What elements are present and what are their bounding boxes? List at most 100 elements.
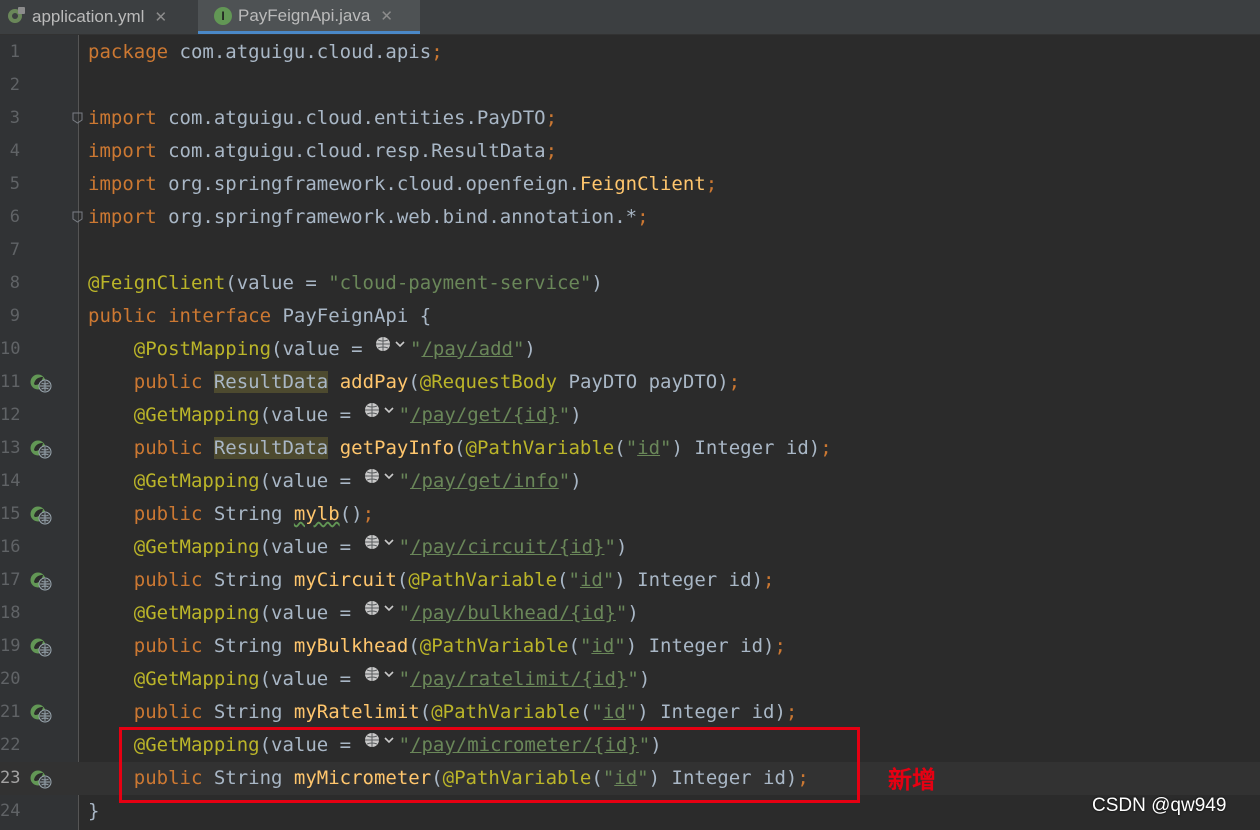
code-line[interactable]: 14 @GetMapping(value = "/pay/get/info") [0, 465, 1260, 498]
code-line[interactable]: 15 public String mylb(); [0, 498, 1260, 531]
spring-endpoint-gutter-icon[interactable] [30, 769, 52, 789]
url-globe-icon[interactable] [363, 661, 399, 694]
highlight-box [119, 727, 860, 803]
spring-endpoint-gutter-icon[interactable] [30, 703, 52, 723]
code-text: import org.springframework.web.bind.anno… [88, 201, 649, 234]
code-line[interactable]: 17 public String myCircuit(@PathVariable… [0, 564, 1260, 597]
code-token: " [625, 701, 638, 723]
code-line[interactable]: 5 import org.springframework.cloud.openfe… [0, 168, 1260, 201]
line-number[interactable]: 23 [0, 762, 20, 795]
line-number[interactable]: 5 [0, 168, 20, 201]
code-line[interactable]: 1 package com.atguigu.cloud.apis; [0, 36, 1260, 69]
line-number[interactable]: 12 [0, 399, 20, 432]
fold-icon[interactable] [72, 211, 83, 223]
code-token: import [88, 140, 157, 162]
code-token: " [614, 635, 626, 657]
code-token: " [398, 536, 411, 558]
code-line[interactable]: 9 public interface PayFeignApi { [0, 300, 1260, 333]
code-text: @GetMapping(value = "/pay/ratelimit/{id}… [88, 663, 650, 696]
line-number[interactable]: 22 [0, 729, 20, 762]
url-globe-icon[interactable] [363, 595, 399, 628]
spring-endpoint-gutter-icon[interactable] [30, 439, 52, 459]
line-number[interactable]: 1 [0, 36, 20, 69]
code-token: ; [545, 107, 558, 129]
code-token: (value = [271, 338, 374, 360]
code-line[interactable]: 16 @GetMapping(value = "/pay/circuit/{id… [0, 531, 1260, 564]
close-icon[interactable]: ✕ [154, 8, 167, 26]
code-token: import [88, 173, 157, 195]
code-text: @GetMapping(value = "/pay/bulkhead/{id}"… [88, 597, 639, 630]
code-text: public ResultData addPay(@RequestBody Pa… [88, 366, 740, 399]
line-number[interactable]: 9 [0, 300, 20, 333]
line-number[interactable]: 19 [0, 630, 20, 663]
code-line[interactable]: 4 import com.atguigu.cloud.resp.ResultDat… [0, 135, 1260, 168]
code-text: } [88, 795, 99, 828]
line-number[interactable]: 14 [0, 465, 20, 498]
line-number[interactable]: 3 [0, 102, 20, 135]
line-number[interactable]: 8 [0, 267, 20, 300]
code-line[interactable]: 6 import org.springframework.web.bind.ann… [0, 201, 1260, 234]
line-number[interactable]: 6 [0, 201, 20, 234]
code-line[interactable]: 18 @GetMapping(value = "/pay/bulkhead/{i… [0, 597, 1260, 630]
url-globe-icon[interactable] [374, 331, 410, 364]
code-line[interactable]: 19 public String myBulkhead(@PathVariabl… [0, 630, 1260, 663]
code-line[interactable]: 7 [0, 234, 1260, 267]
code-token: " [568, 569, 580, 591]
code-token: @PathVariable [465, 437, 615, 459]
line-number[interactable]: 17 [0, 564, 20, 597]
code-token: addPay [339, 371, 409, 393]
code-token: mylb [293, 503, 340, 525]
code-line[interactable]: 13 public ResultData getPayInfo(@PathVar… [0, 432, 1260, 465]
code-token: @GetMapping [133, 668, 260, 690]
code-token: " [604, 536, 616, 558]
line-number[interactable]: 21 [0, 696, 20, 729]
spring-endpoint-gutter-icon[interactable] [30, 373, 52, 393]
tab-payfeignapi-java[interactable]: I PayFeignApi.java ✕ [198, 0, 420, 34]
spring-endpoint-gutter-icon[interactable] [30, 637, 52, 657]
code-line[interactable]: 2 [0, 69, 1260, 102]
line-number[interactable]: 20 [0, 663, 20, 696]
code-token: com.atguigu.cloud.entities.PayDTO [156, 107, 546, 129]
code-token: ) [570, 470, 582, 492]
url-globe-icon[interactable] [363, 397, 399, 430]
line-number[interactable]: 2 [0, 69, 20, 102]
code-line[interactable]: 21 public String myRatelimit(@PathVariab… [0, 696, 1260, 729]
line-number[interactable]: 11 [0, 366, 20, 399]
spring-endpoint-gutter-icon[interactable] [30, 505, 52, 525]
line-number[interactable]: 10 [0, 333, 20, 366]
line-number[interactable]: 4 [0, 135, 20, 168]
code-line[interactable]: 11 public ResultData addPay(@RequestBody… [0, 366, 1260, 399]
line-number[interactable]: 24 [0, 795, 20, 828]
code-line[interactable]: 12 @GetMapping(value = "/pay/get/{id}") [0, 399, 1260, 432]
url-globe-icon[interactable] [363, 463, 399, 496]
line-number[interactable]: 13 [0, 432, 20, 465]
spring-endpoint-gutter-icon[interactable] [30, 571, 52, 591]
code-token: ; [545, 140, 558, 162]
close-icon[interactable]: ✕ [380, 7, 393, 25]
code-token: } [88, 800, 100, 822]
code-line[interactable]: 8 @FeignClient(value = "cloud-payment-ser… [0, 267, 1260, 300]
watermark: CSDN @qw949 [1092, 795, 1227, 816]
tab-application-yml[interactable]: application.yml ✕ [0, 0, 198, 34]
code-line[interactable]: 10 @PostMapping(value = "/pay/add") [0, 333, 1260, 366]
code-token: String [213, 503, 294, 525]
line-number[interactable]: 7 [0, 234, 20, 267]
code-line[interactable]: 3 import com.atguigu.cloud.entities.PayDT… [0, 102, 1260, 135]
code-token: ( [454, 437, 466, 459]
url-globe-icon[interactable] [363, 529, 399, 562]
line-number[interactable]: 18 [0, 597, 20, 630]
code-text: import com.atguigu.cloud.resp.ResultData… [88, 135, 557, 168]
code-token: ) [591, 272, 603, 294]
code-line[interactable]: 20 @GetMapping(value = "/pay/ratelimit/{… [0, 663, 1260, 696]
fold-icon[interactable] [72, 112, 83, 124]
code-token: import [88, 206, 157, 228]
code-token: id [637, 437, 661, 459]
line-number[interactable]: 16 [0, 531, 20, 564]
code-token: ; [820, 437, 832, 459]
line-number[interactable]: 15 [0, 498, 20, 531]
code-token: @PathVariable [419, 635, 569, 657]
code-text: public ResultData getPayInfo(@PathVariab… [88, 432, 832, 465]
